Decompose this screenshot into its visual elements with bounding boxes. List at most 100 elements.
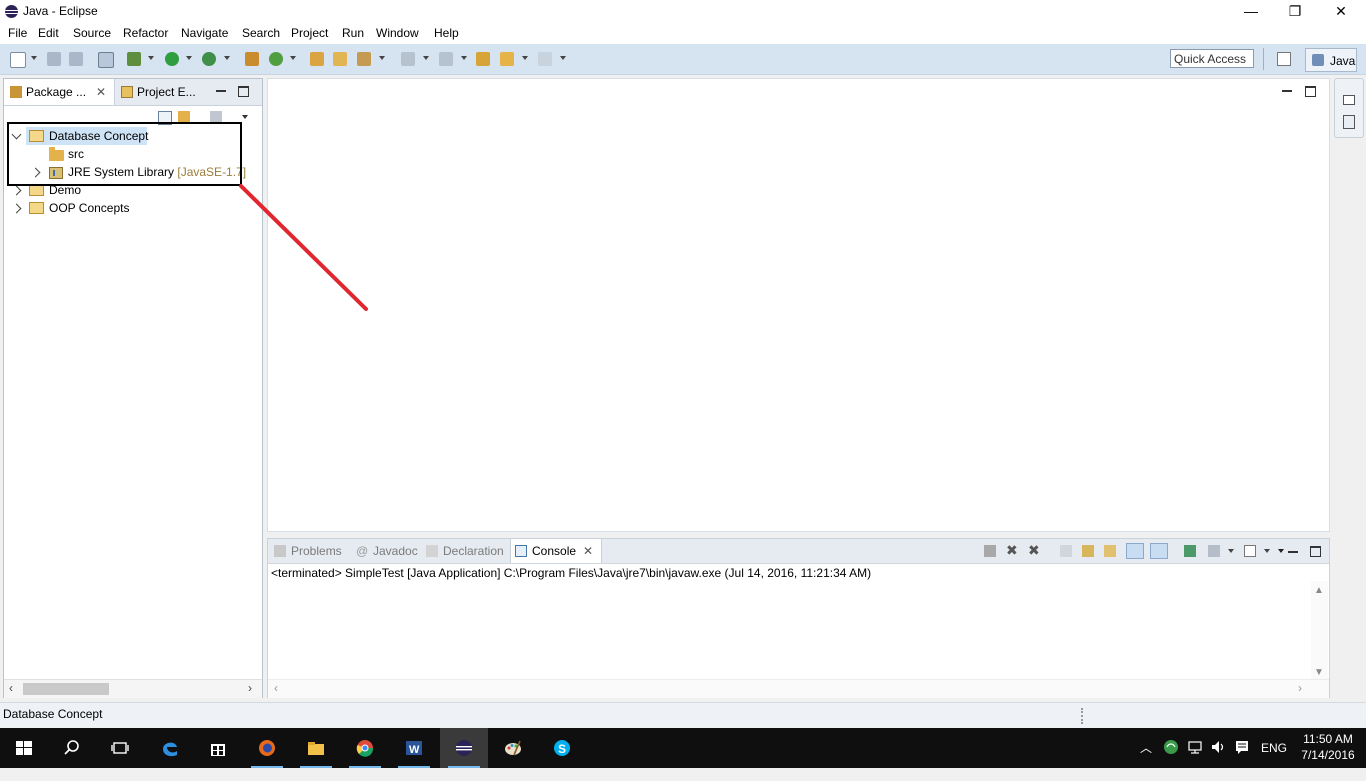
scroll-left-icon[interactable]: ‹ [274,681,278,695]
chevron-down-icon[interactable] [423,56,429,60]
scroll-up-icon[interactable]: ▲ [1314,585,1324,596]
open-console-icon[interactable] [1244,545,1256,557]
maximize-view-button[interactable] [238,86,249,97]
show-on-stdout-icon[interactable] [1126,543,1144,559]
scroll-right-icon[interactable]: › [1298,681,1302,695]
chevron-down-icon[interactable] [1264,549,1270,553]
chevron-down-icon[interactable] [379,56,385,60]
new-java-package-icon[interactable] [245,52,259,66]
menu-help[interactable]: Help [434,26,459,40]
quick-access-input[interactable]: Quick Access [1170,49,1254,68]
taskbar-edge[interactable] [146,728,194,768]
restore-view-icon[interactable] [1343,95,1355,105]
menu-source[interactable]: Source [73,26,111,40]
word-wrap-icon[interactable] [1104,545,1116,557]
taskbar-paint[interactable] [489,728,537,768]
taskbar-skype[interactable]: S [538,728,586,768]
chevron-down-icon[interactable] [560,56,566,60]
scroll-down-icon[interactable]: ▼ [1314,667,1324,678]
outline-view-icon[interactable] [1343,115,1355,129]
search-icon[interactable] [357,52,371,66]
minimize-view-button[interactable] [216,90,226,92]
horizontal-scrollbar[interactable]: ‹ › [4,679,262,698]
taskbar-word[interactable]: W [390,728,438,768]
new-java-class-icon[interactable] [269,52,283,66]
last-edit-icon[interactable] [476,52,490,66]
tab-project-explorer[interactable]: Project E... [115,79,205,105]
task-view-button[interactable] [96,728,144,768]
show-on-stderr-icon[interactable] [1150,543,1168,559]
minimize-button[interactable]: — [1228,0,1274,24]
chevron-down-icon[interactable] [186,56,192,60]
chevron-down-icon[interactable] [522,56,528,60]
menu-file[interactable]: File [8,26,27,40]
chevron-down-icon[interactable] [224,56,230,60]
open-task-icon[interactable] [333,52,347,66]
scroll-left-icon[interactable]: ‹ [9,681,13,695]
scrollbar-thumb[interactable] [23,683,109,695]
menu-window[interactable]: Window [376,26,419,40]
remove-all-terminated-icon[interactable]: ✖ [1028,543,1040,557]
view-menu-icon[interactable] [242,115,248,119]
new-icon[interactable] [10,52,26,68]
tab-problems[interactable]: Problems [270,539,346,563]
taskbar-firefox[interactable] [243,728,291,768]
taskbar-eclipse[interactable] [440,728,488,768]
chevron-down-icon[interactable] [148,56,154,60]
terminate-icon[interactable] [984,545,996,557]
editor-area[interactable] [267,78,1330,532]
search-button[interactable] [48,728,96,768]
save-icon[interactable] [47,52,61,66]
debug-icon[interactable] [127,52,141,66]
status-bar-grip[interactable] [1081,708,1085,724]
pin-console-icon[interactable] [1184,545,1196,557]
external-tools-icon[interactable] [202,52,216,66]
restore-button[interactable]: ❐ [1272,0,1318,24]
taskbar-clock[interactable]: 11:50 AM 7/14/2016 [1296,731,1360,763]
maximize-console-button[interactable] [1310,546,1321,557]
close-icon[interactable]: ✕ [96,79,106,105]
menu-run[interactable]: Run [342,26,364,40]
tab-package-explorer[interactable]: Package ... ✕ [4,79,115,105]
tree-item-oop-concepts[interactable]: OOP Concepts [49,199,129,217]
network-status-icon[interactable] [1163,739,1179,779]
chevron-down-icon[interactable] [31,56,37,60]
chevron-right-icon[interactable] [11,185,22,196]
tab-javadoc[interactable]: @ Javadoc [352,539,420,563]
tab-console[interactable]: Console ✕ [510,539,602,563]
menu-edit[interactable]: Edit [38,26,59,40]
skip-breakpoints-icon[interactable] [98,52,114,68]
close-icon[interactable]: ✕ [583,539,593,563]
start-button[interactable] [0,728,48,768]
forward-icon[interactable] [538,52,552,66]
chevron-right-icon[interactable] [11,203,22,214]
menu-refactor[interactable]: Refactor [123,26,168,40]
show-hidden-icons-icon[interactable]: ︿ [1140,739,1152,779]
input-language[interactable]: ENG [1261,741,1287,781]
taskbar-chrome[interactable] [341,728,389,768]
network-icon[interactable] [1187,739,1203,779]
java-perspective-button[interactable]: Java [1305,48,1357,72]
scroll-lock-icon[interactable] [1082,545,1094,557]
menu-search[interactable]: Search [242,26,280,40]
menu-project[interactable]: Project [291,26,328,40]
save-all-icon[interactable] [69,52,83,66]
run-icon[interactable] [165,52,179,66]
menu-navigate[interactable]: Navigate [181,26,228,40]
taskbar-file-explorer[interactable] [292,728,340,768]
next-annotation-icon[interactable] [401,52,415,66]
minimize-editor-button[interactable] [1282,90,1292,92]
open-type-icon[interactable] [310,52,324,66]
display-console-icon[interactable] [1208,545,1220,557]
chevron-down-icon[interactable] [461,56,467,60]
taskbar-store[interactable] [194,728,242,768]
remove-launch-icon[interactable]: ✖ [1006,543,1018,557]
tab-declaration[interactable]: Declaration [422,539,508,563]
console-horizontal-scrollbar[interactable]: ‹ › [268,679,1329,698]
volume-icon[interactable] [1210,739,1226,779]
action-center-icon[interactable] [1234,739,1250,779]
close-button[interactable]: ✕ [1318,0,1364,24]
chevron-down-icon[interactable] [290,56,296,60]
view-menu-icon[interactable] [1278,549,1284,553]
previous-annotation-icon[interactable] [439,52,453,66]
